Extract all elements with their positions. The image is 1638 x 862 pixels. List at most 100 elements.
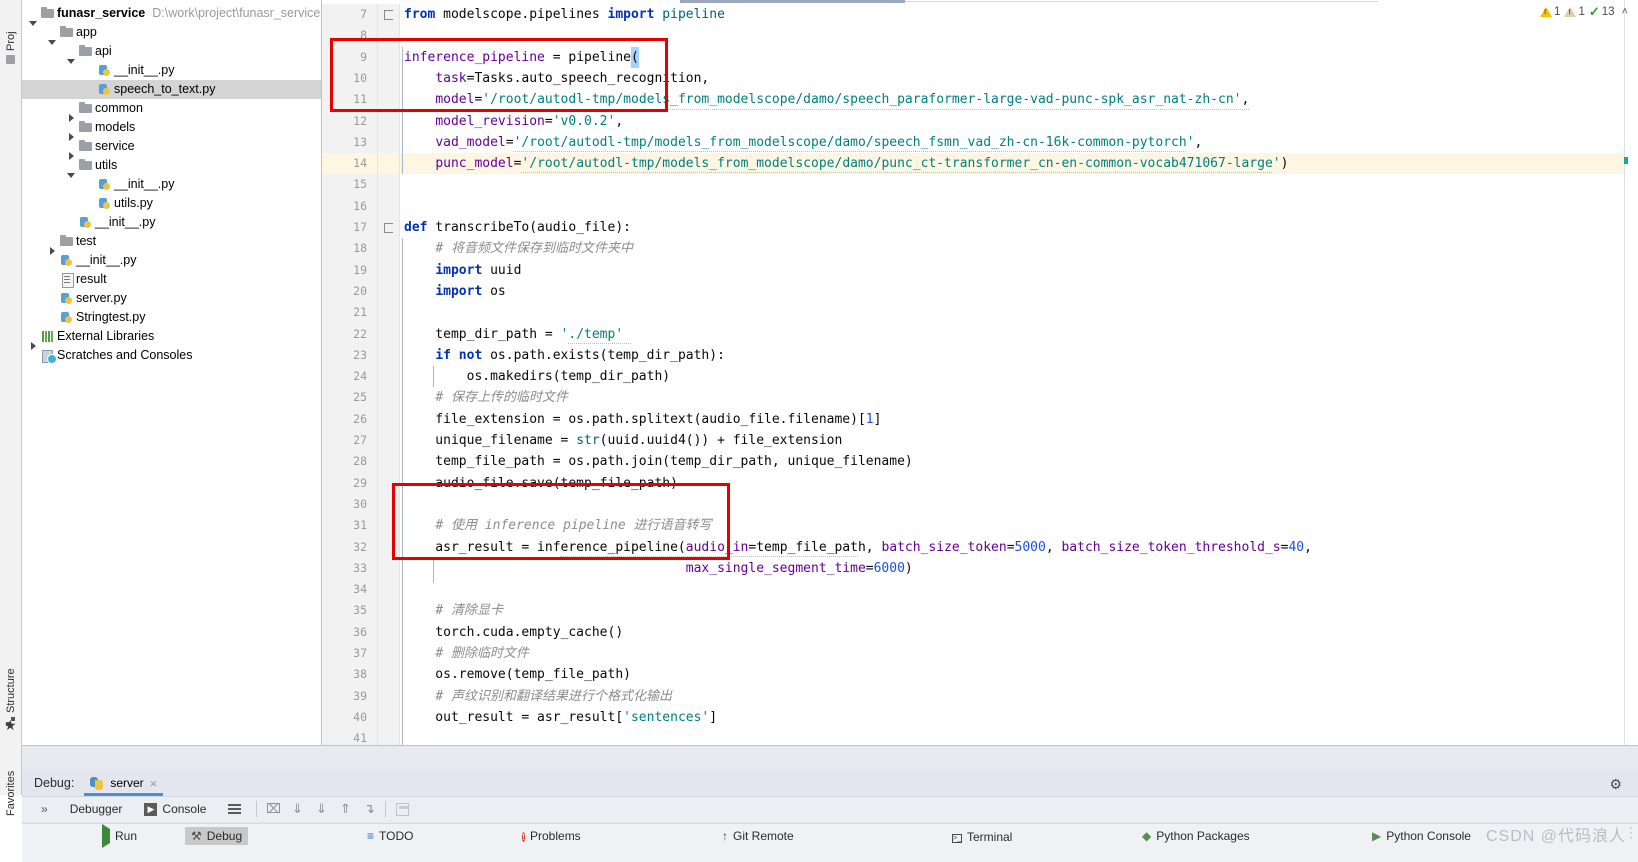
line-number[interactable]: 28 (323, 451, 367, 472)
code-line[interactable]: max_single_segment_time=6000) (404, 558, 913, 579)
layout-menu-button[interactable] (217, 797, 252, 822)
code-content[interactable]: from modelscope.pipelines import pipelin… (400, 4, 1638, 745)
editor-fold-column[interactable] (378, 4, 400, 745)
code-line[interactable]: os.makedirs(temp_dir_path) (404, 366, 671, 387)
tool-window-button-terminal[interactable]: >_ Terminal (952, 829, 1012, 844)
inspection-widget[interactable]: 1 1 ✓ 13 ˄ (1540, 4, 1628, 20)
line-number[interactable]: 37 (323, 643, 367, 664)
tree-node-utils-py[interactable]: utils.py (22, 194, 321, 213)
project-tree[interactable]: funasr_service D:\work\project\funasr_ser… (22, 0, 321, 365)
line-number[interactable]: 24 (323, 366, 367, 387)
tree-node-test[interactable]: test (22, 232, 321, 255)
code-line[interactable]: # 声纹识别和翻译结果进行个格式化输出 (404, 686, 672, 707)
line-number[interactable]: 25 (323, 387, 367, 408)
step-out-button[interactable]: ⇑ (333, 799, 357, 819)
code-line[interactable]: asr_result = inference_pipeline(audio_in… (404, 537, 1312, 558)
line-number[interactable]: 32 (323, 537, 367, 558)
fold-toggle-icon[interactable] (384, 223, 393, 233)
tree-node-stringtest-py[interactable]: Stringtest.py (22, 308, 321, 327)
tab-debugger[interactable]: Debugger (59, 797, 134, 822)
code-line[interactable]: task=Tasks.auto_speech_recognition, (404, 68, 709, 89)
code-line[interactable]: import uuid (404, 260, 521, 281)
code-line[interactable]: os.remove(temp_file_path) (404, 664, 631, 685)
settings-gear-icon[interactable]: ⚙ (1609, 776, 1622, 793)
tool-window-button-debug[interactable]: ⚒ Debug (185, 827, 249, 845)
tool-window-button-structure[interactable]: Structure (0, 640, 22, 726)
debug-session-tab-server[interactable]: server × (84, 770, 164, 796)
code-line[interactable]: out_result = asr_result['sentences'] (404, 707, 717, 728)
tree-node-funasr-service[interactable]: funasr_service D:\work\project\funasr_ser… (22, 4, 321, 26)
tool-window-button-python-packages[interactable]: ◆ Python Packages (1142, 829, 1250, 843)
code-line[interactable]: # 清除显卡 (404, 600, 503, 621)
line-number[interactable]: 20 (323, 281, 367, 302)
line-number[interactable]: 14 (323, 153, 367, 174)
tree-node--init-py[interactable]: __init__.py (22, 213, 321, 232)
code-line[interactable]: temp_file_path = os.path.join(temp_dir_p… (404, 451, 912, 472)
tab-console[interactable]: ▶ Console (133, 797, 217, 822)
code-line[interactable]: from modelscope.pipelines import pipelin… (404, 4, 725, 25)
tool-window-button-python-console[interactable]: ▶ Python Console (1372, 829, 1471, 843)
tool-window-button-problems[interactable]: ! Problems (522, 829, 581, 843)
code-line[interactable]: def transcribeTo(audio_file): (404, 217, 631, 238)
code-line[interactable]: inference_pipeline = pipeline( (404, 47, 639, 68)
line-number[interactable]: 21 (323, 302, 367, 323)
expand-panels-button[interactable]: » (30, 797, 59, 822)
tool-window-button-git-remote[interactable]: ↑ Git Remote (722, 829, 794, 843)
code-line[interactable]: # 使用 inference pipeline 进行语音转写 (404, 515, 711, 536)
close-icon[interactable]: × (150, 776, 158, 791)
code-line[interactable]: unique_filename = str(uuid.uuid4()) + fi… (404, 430, 842, 451)
code-line[interactable]: torch.cuda.empty_cache() (404, 622, 623, 643)
line-number[interactable]: 19 (323, 260, 367, 281)
line-number[interactable]: 39 (323, 686, 367, 707)
tree-node-server-py[interactable]: server.py (22, 289, 321, 308)
evaluate-expression-button[interactable] (390, 799, 414, 819)
line-number[interactable]: 40 (323, 707, 367, 728)
weak-warning-count-item[interactable]: 1 (1564, 6, 1585, 18)
code-line[interactable]: # 删除临时文件 (404, 643, 529, 664)
marker-scrollbar[interactable] (1624, 0, 1638, 745)
tool-window-button-favorites[interactable]: Favorites (0, 736, 22, 816)
line-number[interactable]: 38 (323, 664, 367, 685)
run-to-cursor-button[interactable]: ↴ (357, 799, 381, 819)
step-over-button[interactable]: ⌧ (261, 799, 285, 819)
line-number[interactable]: 17 (323, 217, 367, 238)
tree-node-models[interactable]: models (22, 118, 321, 141)
code-line[interactable]: import os (404, 281, 505, 302)
line-number[interactable]: 36 (323, 622, 367, 643)
line-number[interactable]: 29 (323, 473, 367, 494)
ok-count-item[interactable]: ✓ 13 (1589, 4, 1615, 20)
tree-node-external-libraries[interactable]: External Libraries (22, 327, 321, 350)
tool-window-button-project[interactable]: Proj (0, 4, 22, 64)
line-number[interactable]: 31 (323, 515, 367, 536)
tool-window-button-todo[interactable]: ≡ TODO (367, 829, 413, 843)
tree-node-speech-to-text-py[interactable]: speech_to_text.py (22, 80, 321, 99)
code-line[interactable]: file_extension = os.path.splitext(audio_… (404, 409, 881, 430)
line-number[interactable]: 33 (323, 558, 367, 579)
fold-toggle-icon[interactable] (384, 10, 393, 20)
code-line[interactable]: # 保存上传的临时文件 (404, 387, 568, 408)
line-number[interactable]: 10 (323, 68, 367, 89)
tree-node--init-py[interactable]: __init__.py (22, 175, 321, 194)
tree-node-result[interactable]: result (22, 270, 321, 289)
line-number[interactable]: 8 (323, 25, 367, 46)
tree-node--init-py[interactable]: __init__.py (22, 251, 321, 270)
line-number[interactable]: 7 (323, 4, 367, 25)
tree-node-app[interactable]: app (22, 23, 321, 45)
project-tool-window[interactable]: funasr_service D:\work\project\funasr_ser… (22, 0, 322, 795)
tree-node--init-py[interactable]: __init__.py (22, 61, 321, 80)
code-line[interactable]: audio_file.save(temp_file_path) (404, 473, 678, 494)
line-number[interactable]: 12 (323, 111, 367, 132)
line-number[interactable]: 9 (323, 47, 367, 68)
line-number[interactable]: 23 (323, 345, 367, 366)
line-number[interactable]: 15 (323, 174, 367, 195)
line-number[interactable]: 34 (323, 579, 367, 600)
warning-count-item[interactable]: 1 (1540, 6, 1560, 18)
code-line[interactable]: model_revision='v0.0.2', (404, 111, 623, 132)
line-number[interactable]: 30 (323, 494, 367, 515)
tree-node-utils[interactable]: utils (22, 156, 321, 178)
tool-window-button-run[interactable]: Run (102, 824, 137, 848)
tree-node-service[interactable]: service (22, 137, 321, 160)
line-number[interactable]: 16 (323, 196, 367, 217)
step-into-button[interactable]: ⇓ (285, 799, 309, 819)
tree-node-api[interactable]: api (22, 42, 321, 64)
